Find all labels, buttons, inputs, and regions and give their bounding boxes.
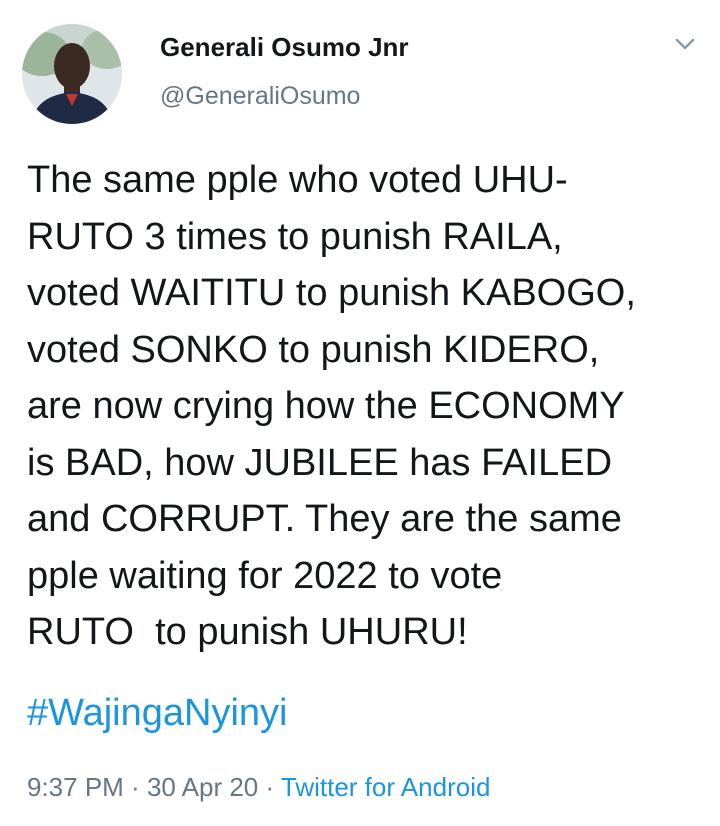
- author-name[interactable]: Generali Osumo Jnr: [160, 32, 409, 63]
- chevron-down-icon: [675, 38, 695, 50]
- tweet-text-line: voted WAITITU to punish KABOGO,: [27, 272, 636, 314]
- tweet-text-line: pple waiting for 2022 to vote: [27, 554, 503, 597]
- tweet-date[interactable]: 30 Apr 20: [147, 772, 258, 802]
- tweet-text-line: RUTO 3 times to punish RAILA,: [27, 215, 563, 258]
- hashtag-link[interactable]: #WajingaNyinyi: [27, 692, 287, 735]
- author-handle[interactable]: @GeneraliOsumo: [160, 82, 360, 111]
- meta-separator: ·: [123, 772, 147, 802]
- tweet-source-link[interactable]: Twitter for Android: [281, 772, 491, 802]
- tweet-text-line: voted SONKO to punish KIDERO,: [27, 328, 600, 371]
- tweet-text-line: RUTO to punish UHURU!: [27, 611, 468, 653]
- tweet-card: Generali Osumo Jnr @GeneraliOsumo The sa…: [0, 0, 720, 826]
- meta-separator: ·: [258, 772, 281, 802]
- avatar[interactable]: [22, 24, 122, 124]
- tweet-metadata: 9:37 PM · 30 Apr 20 · Twitter for Androi…: [27, 772, 490, 803]
- tweet-text-line: is BAD, how JUBILEE has FAILED: [27, 441, 613, 484]
- tweet-text: The same pple who voted UHU- RUTO 3 time…: [27, 152, 712, 661]
- profile-photo-icon: [22, 24, 122, 124]
- tweet-time[interactable]: 9:37 PM: [27, 772, 124, 802]
- tweet-text-line: are now crying how the ECONOMY: [27, 385, 625, 427]
- tweet-text-line: The same pple who voted UHU-: [27, 159, 568, 201]
- tweet-text-line: and CORRUPT. They are the same: [27, 498, 622, 540]
- tweet-menu-button[interactable]: [672, 34, 698, 54]
